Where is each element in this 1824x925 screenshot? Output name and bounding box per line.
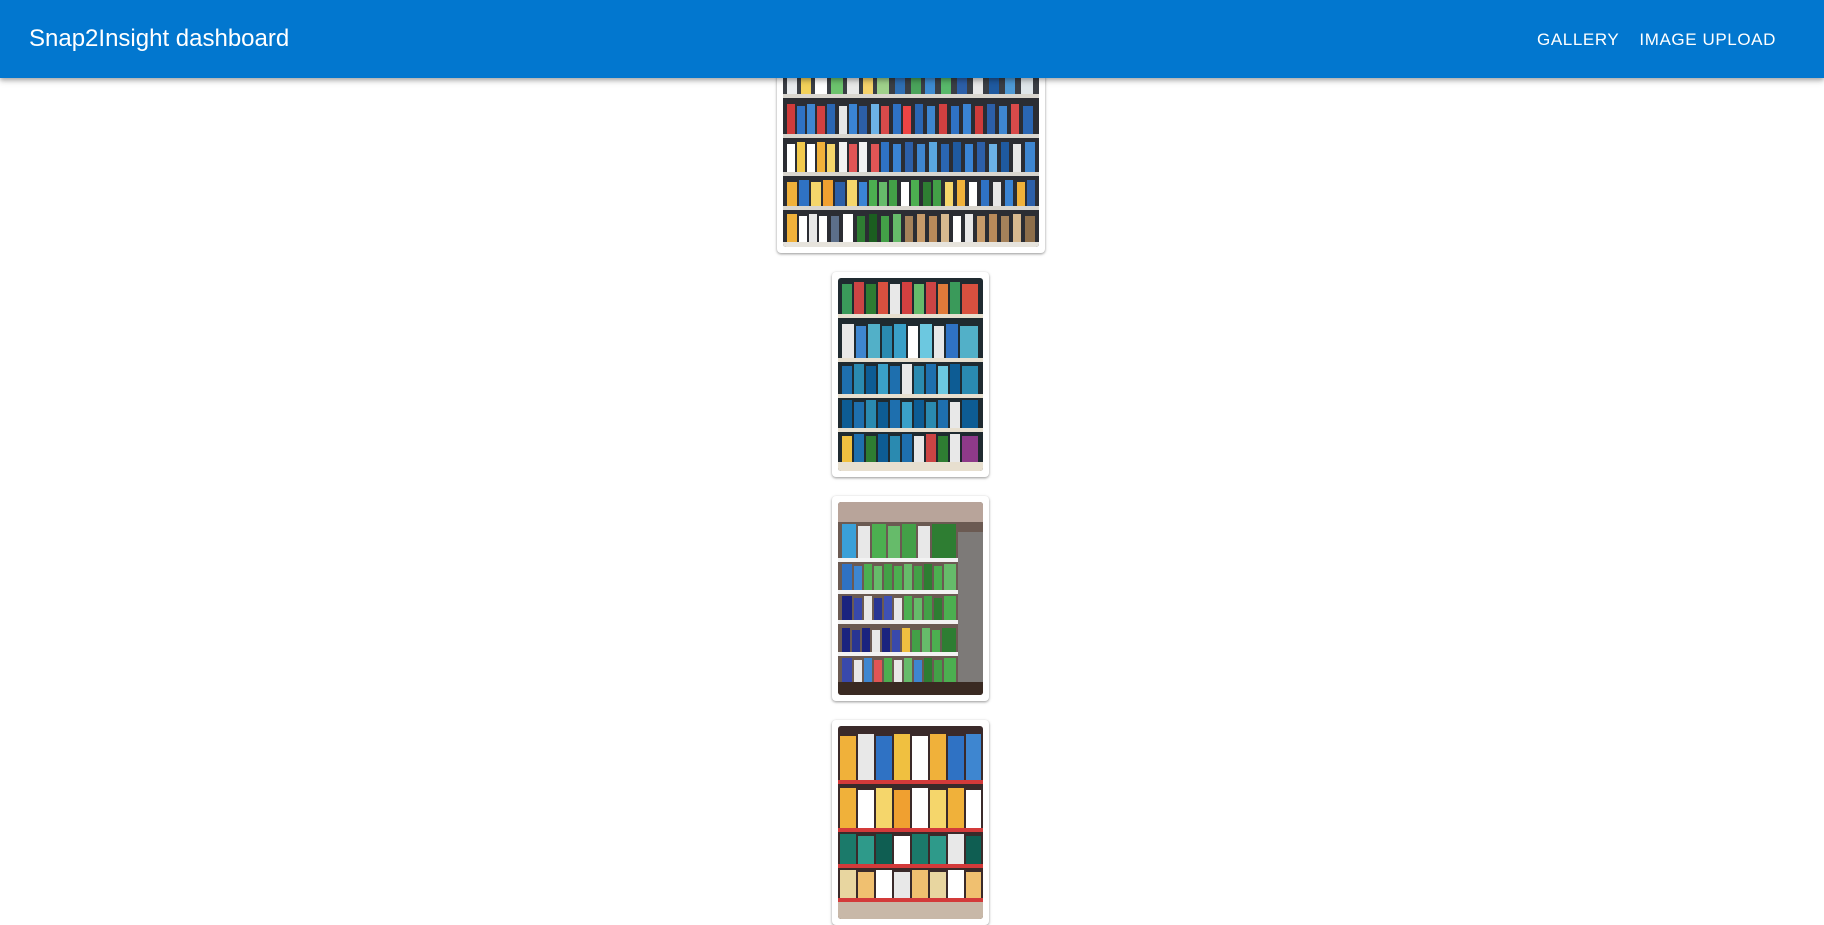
- shelf-image[interactable]: [783, 54, 1039, 247]
- shelf-image[interactable]: [838, 502, 983, 695]
- shelf-image[interactable]: [838, 726, 983, 919]
- shelf-image[interactable]: [838, 278, 983, 471]
- gallery-card[interactable]: [832, 720, 989, 925]
- gallery-card[interactable]: [832, 272, 989, 477]
- nav-gallery-button[interactable]: GALLERY: [1527, 26, 1629, 54]
- image-gallery: [0, 0, 1824, 925]
- nav-image-upload-button[interactable]: IMAGE UPLOAD: [1629, 26, 1786, 54]
- gallery-card[interactable]: [777, 48, 1045, 253]
- app-title: Snap2Insight dashboard: [29, 25, 290, 52]
- gallery-card[interactable]: [832, 496, 989, 701]
- top-nav: GALLERY IMAGE UPLOAD: [1527, 26, 1786, 54]
- app-bar: Snap2Insight dashboard GALLERY IMAGE UPL…: [0, 0, 1824, 78]
